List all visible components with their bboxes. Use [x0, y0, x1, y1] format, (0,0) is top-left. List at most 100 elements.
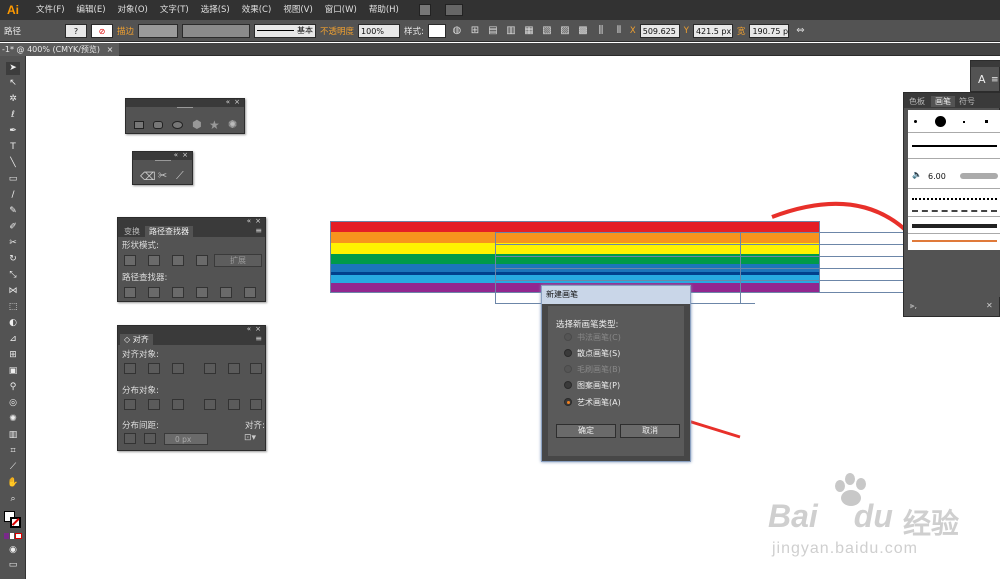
- panel-header[interactable]: «×: [118, 217, 265, 226]
- knife-icon[interactable]: ⟋: [176, 169, 184, 183]
- align-right-button[interactable]: [172, 363, 184, 374]
- stroke-weight-field[interactable]: [138, 23, 179, 38]
- flare-shape-icon[interactable]: ✺: [228, 119, 240, 131]
- distribute-right-button[interactable]: [250, 399, 262, 410]
- brush-dot-small[interactable]: [914, 120, 917, 123]
- brush-dot-medium[interactable]: [985, 120, 988, 123]
- distribute-icon[interactable]: ⫼: [594, 24, 608, 38]
- lasso-icon[interactable]: ℓ: [6, 109, 20, 122]
- unite-button[interactable]: [124, 255, 136, 266]
- symbol-sprayer-icon[interactable]: ✺: [6, 413, 20, 426]
- width-tool-icon[interactable]: ⋈: [6, 285, 20, 298]
- align-middle-icon[interactable]: ▨: [558, 24, 572, 38]
- paintbrush-icon[interactable]: /: [6, 189, 20, 202]
- brush-stroke-dotted[interactable]: [912, 198, 997, 206]
- stroke-swatch[interactable]: ⊘: [91, 23, 114, 38]
- stroke-style-select[interactable]: 基本: [254, 23, 317, 38]
- align-right-icon[interactable]: ▦: [522, 24, 536, 38]
- blend-icon[interactable]: ◎: [6, 397, 20, 410]
- align-hcenter-button[interactable]: [148, 363, 160, 374]
- distribute-vspace-button[interactable]: [124, 433, 136, 444]
- radio-circle[interactable]: [564, 381, 572, 389]
- pen-tool-icon[interactable]: ✒: [6, 125, 20, 138]
- menu-view[interactable]: 视图(V): [277, 0, 318, 20]
- perspective-icon[interactable]: ⊿: [6, 333, 20, 346]
- radio-circle[interactable]: [564, 398, 572, 406]
- align-left-button[interactable]: [124, 363, 136, 374]
- rotate-icon[interactable]: ↻: [6, 253, 20, 266]
- scissors-icon[interactable]: ✂: [6, 237, 20, 250]
- recolor-icon[interactable]: ◍: [450, 24, 464, 38]
- character-icon[interactable]: A: [978, 73, 986, 86]
- align-top-icon[interactable]: ▧: [540, 24, 554, 38]
- x-field[interactable]: 509.625: [639, 23, 680, 38]
- distribute-hcenter-button[interactable]: [228, 399, 240, 410]
- pencil-icon[interactable]: ✎: [6, 205, 20, 218]
- hand-tool-icon[interactable]: ✋: [6, 477, 20, 490]
- distribute-top-button[interactable]: [124, 399, 136, 410]
- w-field[interactable]: 190.75 p: [749, 23, 790, 38]
- ok-button[interactable]: 确定: [556, 424, 616, 438]
- exclude-button[interactable]: [196, 255, 208, 266]
- menu-effect[interactable]: 效果(C): [236, 0, 278, 20]
- brush-stroke-dashed[interactable]: [912, 210, 997, 212]
- crop-button[interactable]: [196, 287, 208, 298]
- slice-icon[interactable]: ⟋: [6, 461, 20, 474]
- expand-button[interactable]: 扩展: [214, 254, 262, 267]
- distribute-left-button[interactable]: [204, 399, 216, 410]
- remove-stroke-icon[interactable]: ✕: [986, 301, 993, 310]
- align-bottom-button[interactable]: [250, 363, 262, 374]
- selection-tool-icon[interactable]: ➤: [6, 62, 20, 75]
- link-icon[interactable]: ⇔: [793, 24, 807, 38]
- menu-help[interactable]: 帮助(H): [363, 0, 405, 20]
- color-mode-icon[interactable]: [4, 533, 23, 539]
- radio-art[interactable]: 艺术画笔(A): [564, 396, 621, 408]
- rounded-rectangle-shape-icon[interactable]: [153, 121, 163, 129]
- polygon-shape-icon[interactable]: ⬢: [192, 119, 203, 130]
- radio-circle[interactable]: [564, 349, 572, 357]
- minus-back-button[interactable]: [244, 287, 256, 298]
- align-top-button[interactable]: [204, 363, 216, 374]
- brush-libraries-menu-icon[interactable]: ⫸,: [910, 301, 917, 311]
- brush-stroke-charcoal[interactable]: [912, 224, 997, 228]
- menu-edit[interactable]: 编辑(E): [71, 0, 112, 20]
- tab-align[interactable]: ◇ 对齐: [120, 334, 153, 345]
- type-tool-icon[interactable]: T: [6, 141, 20, 154]
- align-left-icon[interactable]: ▤: [486, 24, 500, 38]
- tab-pathfinder[interactable]: 路径查找器: [145, 226, 193, 237]
- menu-type[interactable]: 文字(T): [154, 0, 195, 20]
- brush-stroke-arrow[interactable]: [912, 240, 997, 242]
- star-shape-icon[interactable]: ★: [209, 119, 221, 131]
- eyedropper-icon[interactable]: ⚲: [6, 381, 20, 394]
- tab-brushes[interactable]: 画笔: [931, 96, 955, 107]
- gradient-icon[interactable]: ▣: [6, 365, 20, 378]
- close-tab-icon[interactable]: ×: [107, 45, 114, 54]
- y-field[interactable]: 421.5 px: [692, 23, 733, 38]
- variable-width-field[interactable]: [182, 23, 251, 38]
- rectangle-tool-icon[interactable]: ▭: [6, 173, 20, 186]
- panel-menu-icon[interactable]: ≡: [255, 334, 262, 343]
- cancel-button[interactable]: 取消: [620, 424, 680, 438]
- shape-builder-icon[interactable]: ◐: [6, 317, 20, 330]
- menu-select[interactable]: 选择(S): [195, 0, 236, 20]
- scale-icon[interactable]: ⤡: [6, 269, 20, 282]
- trim-button[interactable]: [148, 287, 160, 298]
- eraser-icon[interactable]: ⌫: [140, 170, 156, 183]
- zoom-tool-icon[interactable]: ⌕: [6, 493, 20, 506]
- opacity-label[interactable]: 不透明度: [320, 25, 354, 37]
- brush-dot-large[interactable]: [935, 116, 946, 127]
- menu-window[interactable]: 窗口(W): [319, 0, 363, 20]
- align-to-selection-icon[interactable]: ⊞: [468, 24, 482, 38]
- align-to-dropdown[interactable]: ⊡▾: [244, 433, 262, 445]
- brush-dot-tiny[interactable]: [963, 121, 965, 123]
- line-tool-icon[interactable]: ╲: [6, 157, 20, 170]
- merge-button[interactable]: [172, 287, 184, 298]
- paragraph-icon[interactable]: ≡: [991, 75, 999, 85]
- rectangle-shape-icon[interactable]: [134, 121, 144, 129]
- tab-swatches[interactable]: 色板: [905, 96, 929, 107]
- magic-wand-icon[interactable]: ✲: [6, 93, 20, 106]
- document-tab[interactable]: -1* @ 400% (CMYK/预览) ×: [0, 43, 120, 56]
- distribute-hspace-button[interactable]: [144, 433, 156, 444]
- arrange-documents-icon[interactable]: [444, 4, 463, 16]
- outline-button[interactable]: [220, 287, 232, 298]
